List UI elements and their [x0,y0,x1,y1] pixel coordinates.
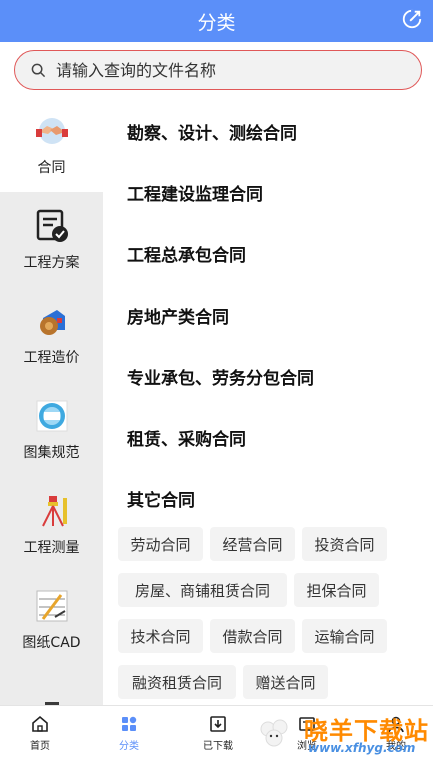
sidebar-item-more[interactable] [0,667,103,705]
surveying-tripod-icon [34,493,70,529]
category-item[interactable]: 房地产类合同 [127,303,229,328]
page-title: 分类 [197,11,236,34]
sidebar-item-label: 图集规范 [23,444,80,461]
sidebar-item-label: 图纸CAD [22,634,81,651]
sidebar-item-atlas[interactable]: 图集规范 [0,382,103,477]
tab-label: 分类 [119,741,139,752]
download-icon [210,716,226,732]
tab-downloaded[interactable]: 已下载 [174,706,262,760]
tag-chip[interactable]: 借款合同 [210,619,295,653]
search-icon [31,63,46,77]
handshake-icon [34,113,70,149]
category-sidebar: 合同 工程方案 工程造价 图集规范 工程测量 图纸CAD [0,97,103,705]
atlas-icon [34,398,70,434]
money-bag-icon [34,303,70,339]
tag-chip[interactable]: 投资合同 [302,527,387,561]
tag-chip[interactable]: 经营合同 [210,527,295,561]
sidebar-item-contract[interactable]: 合同 [0,97,103,192]
category-item[interactable]: 工程建设监理合同 [127,180,263,205]
watermark-url: www.xfhyg.com [308,741,416,755]
search-input[interactable] [56,60,386,80]
sidebar-item-surveying[interactable]: 工程测量 [0,477,103,572]
search-bar[interactable] [14,50,422,90]
category-icon [122,716,137,731]
category-list: 勘察、设计、测绘合同 工程建设监理合同 工程总承包合同 房地产类合同 专业承包、… [103,97,433,705]
tag-chip[interactable]: 融资租赁合同 [118,665,236,699]
tag-chip[interactable]: 劳动合同 [118,527,203,561]
tab-category[interactable]: 分类 [85,706,173,760]
tag-chip[interactable]: 房屋、商铺租赁合同 [118,573,287,607]
tag-chip[interactable]: 运输合同 [302,619,387,653]
tools-icon [34,693,70,705]
sidebar-item-cad[interactable]: 图纸CAD [0,572,103,667]
sidebar-item-label: 工程造价 [23,349,80,366]
tab-home[interactable]: 首页 [0,706,84,760]
sidebar-item-label: 合同 [37,159,66,176]
sidebar-item-label: 工程方案 [23,254,80,271]
watermark: 晓羊下载站 www.xfhyg.com [252,711,433,757]
tab-label: 首页 [30,741,50,752]
sidebar-item-cost[interactable]: 工程造价 [0,287,103,382]
category-item[interactable]: 工程总承包合同 [127,241,246,266]
drawing-tools-icon [34,588,70,624]
tab-label: 已下载 [203,741,233,752]
sheep-logo-icon [255,714,295,754]
tag-chip[interactable]: 赠送合同 [243,665,328,699]
sidebar-item-engineering-plan[interactable]: 工程方案 [0,192,103,287]
sidebar-item-label: 工程测量 [23,539,80,556]
category-item[interactable]: 勘察、设计、测绘合同 [127,119,297,144]
document-check-icon [34,208,70,244]
home-icon [32,715,48,732]
tag-chip[interactable]: 技术合同 [118,619,203,653]
share-icon[interactable] [401,8,423,30]
category-item[interactable]: 专业承包、劳务分包合同 [127,364,314,389]
category-item[interactable]: 租赁、采购合同 [127,425,246,450]
header-bar: 分类 [0,0,433,42]
category-item[interactable]: 其它合同 [127,486,195,511]
tag-chip[interactable]: 担保合同 [294,573,379,607]
